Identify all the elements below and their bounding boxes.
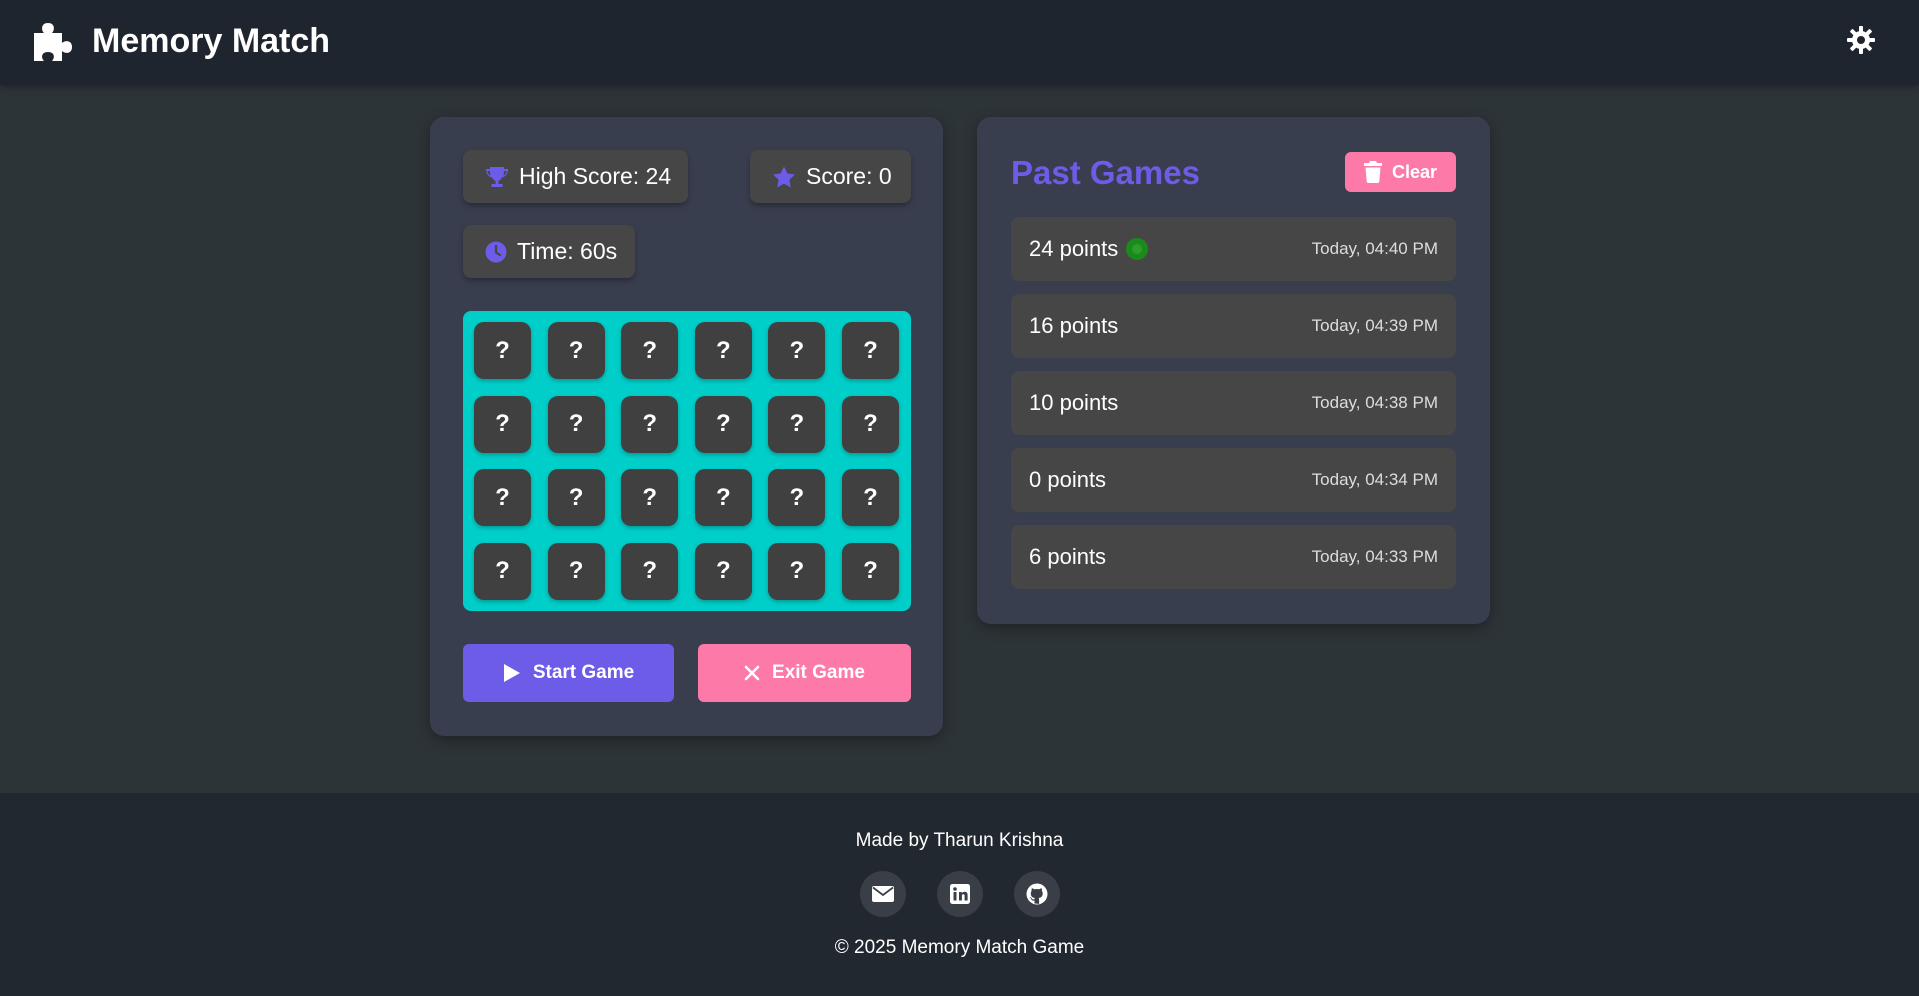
past-game-points-label: 0 points — [1029, 467, 1107, 492]
memory-card[interactable]: ? — [841, 322, 899, 379]
memory-card[interactable]: ? — [474, 322, 531, 379]
memory-card[interactable]: ? — [841, 542, 899, 600]
past-game-time: Today, 04:33 PM — [1311, 547, 1438, 566]
memory-card[interactable]: ? — [621, 322, 679, 379]
card-board: ???????????????????????? — [463, 311, 911, 611]
clear-label: Clear — [1391, 161, 1438, 182]
past-game-points: 6 points — [1029, 544, 1106, 570]
memory-card[interactable]: ? — [694, 395, 752, 453]
memory-card[interactable]: ? — [474, 542, 531, 600]
past-game-points-label: 10 points — [1029, 390, 1119, 415]
github-link[interactable] — [1014, 871, 1060, 917]
timer-stat: Time: 60s — [463, 225, 635, 278]
past-game-item: 0 points Today, 04:34 PM — [1011, 448, 1456, 512]
copyright-text: © 2025 Memory Match Game — [834, 937, 1085, 958]
start-game-button[interactable]: Start Game — [463, 644, 674, 702]
past-game-points-label: 24 points — [1029, 236, 1119, 261]
past-game-item: 24 points Today, 04:40 PM — [1011, 217, 1456, 281]
game-panel: High Score: 24 Score: 0 Time: 60s ??????… — [430, 117, 943, 736]
start-game-label: Start Game — [532, 662, 635, 683]
memory-card[interactable]: ? — [547, 395, 605, 453]
app-title: Memory Match — [92, 22, 331, 60]
star-icon — [773, 166, 795, 187]
past-games-list: 24 points Today, 04:40 PM 16 points Today, … — [1011, 217, 1456, 602]
memory-card[interactable]: ? — [547, 469, 605, 527]
past-game-item: 10 points Today, 04:38 PM — [1011, 371, 1456, 435]
github-icon — [1026, 883, 1048, 905]
best-score-icon — [1126, 238, 1149, 260]
memory-card[interactable]: ? — [841, 395, 899, 453]
memory-card[interactable]: ? — [768, 395, 826, 453]
linkedin-link[interactable] — [937, 871, 983, 917]
memory-card[interactable]: ? — [621, 542, 679, 600]
play-icon — [503, 664, 520, 682]
past-game-points-label: 6 points — [1029, 544, 1107, 569]
memory-card[interactable]: ? — [768, 469, 826, 527]
memory-card[interactable]: ? — [474, 395, 531, 453]
memory-card[interactable]: ? — [841, 469, 899, 527]
past-game-time: Today, 04:34 PM — [1311, 470, 1438, 489]
past-game-item: 6 points Today, 04:33 PM — [1011, 525, 1456, 589]
made-by-text: Made by Tharun Krishna — [855, 830, 1064, 851]
linkedin-icon — [950, 884, 970, 904]
past-game-points: 0 points — [1029, 467, 1106, 493]
timer-label: Time: 60s — [517, 238, 618, 264]
past-game-item: 16 points Today, 04:39 PM — [1011, 294, 1456, 358]
clock-icon — [485, 241, 507, 262]
score-label: Score: 0 — [806, 163, 892, 189]
exit-game-button[interactable]: Exit Game — [698, 644, 911, 702]
past-games-panel: Past Games Clear 24 points Today, 04:40 P… — [977, 117, 1490, 624]
app-header: Memory Match — [0, 0, 1919, 85]
past-game-points: 16 points — [1029, 313, 1118, 339]
email-link[interactable] — [860, 871, 906, 917]
past-game-time: Today, 04:40 PM — [1311, 239, 1438, 258]
past-game-points-label: 16 points — [1029, 313, 1119, 338]
memory-card[interactable]: ? — [694, 322, 752, 379]
high-score-stat: High Score: 24 — [463, 150, 688, 203]
memory-card[interactable]: ? — [547, 542, 605, 600]
close-icon — [744, 665, 760, 681]
memory-card[interactable]: ? — [694, 542, 752, 600]
memory-card[interactable]: ? — [694, 469, 752, 527]
high-score-label: High Score: 24 — [519, 163, 672, 189]
past-game-points: 24 points — [1029, 236, 1149, 262]
memory-card[interactable]: ? — [768, 322, 826, 379]
memory-card[interactable]: ? — [547, 322, 605, 379]
memory-card[interactable]: ? — [621, 469, 679, 527]
gear-icon[interactable] — [1845, 24, 1877, 56]
trophy-icon — [486, 166, 508, 187]
exit-game-label: Exit Game — [772, 662, 865, 683]
score-stat: Score: 0 — [750, 150, 911, 203]
puzzle-piece-icon — [30, 19, 76, 63]
memory-card[interactable]: ? — [621, 395, 679, 453]
past-games-title: Past Games — [1011, 154, 1200, 191]
memory-card[interactable]: ? — [768, 542, 826, 600]
trash-icon — [1363, 161, 1382, 183]
past-game-points: 10 points — [1029, 390, 1118, 416]
past-game-time: Today, 04:38 PM — [1311, 393, 1438, 412]
past-game-time: Today, 04:39 PM — [1311, 316, 1438, 335]
clear-history-button[interactable]: Clear — [1345, 152, 1456, 192]
memory-card[interactable]: ? — [474, 469, 531, 527]
envelope-icon — [872, 886, 894, 902]
